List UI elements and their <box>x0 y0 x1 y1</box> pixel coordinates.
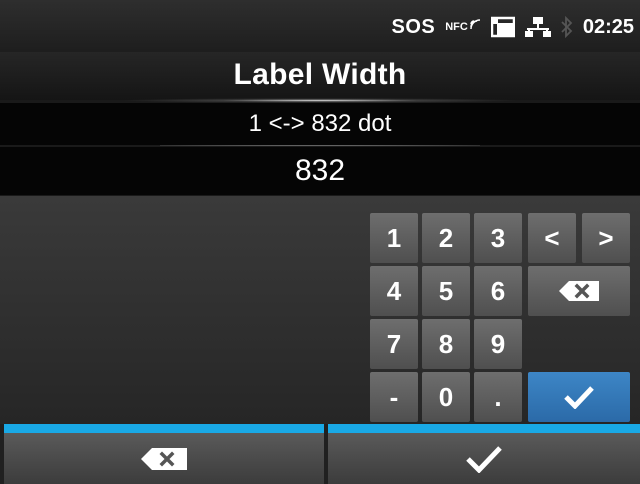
range-divider <box>160 145 480 146</box>
key-dot[interactable]: . <box>474 372 522 422</box>
key-9[interactable]: 9 <box>474 319 522 369</box>
page-title: Label Width <box>233 58 407 91</box>
bottom-soft-keys <box>0 424 640 484</box>
key-2[interactable]: 2 <box>422 213 470 263</box>
checkmark-icon <box>564 385 594 409</box>
key-4[interactable]: 4 <box>370 266 418 316</box>
enter-key[interactable] <box>528 372 630 422</box>
key-minus[interactable]: - <box>370 372 418 422</box>
key-6[interactable]: 6 <box>474 266 522 316</box>
backspace-icon <box>559 281 599 301</box>
title-bar: Label Width <box>0 52 640 100</box>
cancel-button[interactable] <box>4 424 324 484</box>
cursor-left-button[interactable]: < <box>528 213 576 263</box>
key-7[interactable]: 7 <box>370 319 418 369</box>
sd-card-icon <box>490 16 515 38</box>
keypad-area: 1 2 3 < > 4 5 6 7 8 9 - 0 . <box>0 196 640 424</box>
range-label: 1 <-> 832 dot <box>0 103 640 145</box>
backspace-icon <box>141 447 187 470</box>
cursor-right-button[interactable]: > <box>582 213 630 263</box>
checkmark-icon <box>466 445 502 473</box>
bluetooth-icon <box>561 16 573 38</box>
key-0[interactable]: 0 <box>422 372 470 422</box>
key-5[interactable]: 5 <box>422 266 470 316</box>
key-8[interactable]: 8 <box>422 319 470 369</box>
key-1[interactable]: 1 <box>370 213 418 263</box>
clock: 02:25 <box>582 15 634 38</box>
value-field[interactable]: 832 <box>0 147 640 195</box>
backspace-key[interactable] <box>528 266 630 316</box>
status-icons: SOS NFC 02:25 <box>391 12 634 42</box>
network-icon <box>524 16 551 38</box>
confirm-button[interactable] <box>328 424 640 484</box>
status-bar: SOS NFC 02:25 <box>0 0 640 58</box>
nfc-icon: NFC <box>445 19 481 33</box>
nfc-label: NFC <box>445 21 468 33</box>
key-3[interactable]: 3 <box>474 213 522 263</box>
sos-indicator: SOS <box>391 15 436 38</box>
